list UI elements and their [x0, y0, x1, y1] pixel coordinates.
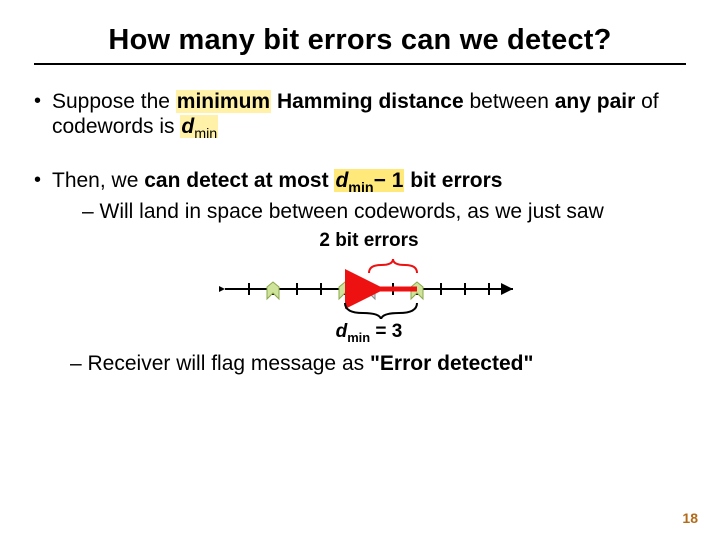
- slide-title: How many bit errors can we detect?: [34, 24, 686, 57]
- text: = 3: [370, 321, 402, 342]
- bullet-1: • Suppose the minimum Hamming distance b…: [34, 89, 686, 144]
- sub-min: min: [348, 180, 373, 196]
- bullet-dot: •: [34, 89, 52, 144]
- page-number: 18: [682, 510, 698, 526]
- diagram-top-label: 2 bit errors: [52, 230, 686, 253]
- bullet-2-sub2: – Receiver will flag message as "Error d…: [70, 351, 686, 376]
- text: Suppose the: [52, 90, 176, 113]
- text: any pair: [555, 90, 636, 113]
- slide-body: • Suppose the minimum Hamming distance b…: [34, 89, 686, 376]
- text: bit errors: [404, 169, 502, 192]
- bullet-1-text: Suppose the minimum Hamming distance bet…: [52, 89, 686, 144]
- var-d: d: [336, 321, 348, 342]
- sub-min: min: [347, 330, 370, 345]
- text: Will land in space between codewords, as…: [100, 200, 604, 223]
- diagram-bottom-label: dmin = 3: [52, 321, 686, 345]
- highlight-minimum: minimum: [176, 90, 271, 113]
- slide: How many bit errors can we detect? • Sup…: [0, 0, 720, 540]
- highlight-dmin2: dmin− 1: [334, 169, 404, 192]
- error-detected-quote: "Error detected": [370, 352, 533, 375]
- text: can detect at most: [144, 169, 328, 192]
- var-d: d: [181, 115, 194, 138]
- number-line-svg: [219, 255, 519, 319]
- bullet-2: • Then, we can detect at most dmin− 1 bi…: [34, 168, 686, 377]
- bullet-dot: •: [34, 168, 52, 377]
- text: Hamming distance: [271, 90, 464, 113]
- var-d: d: [335, 169, 348, 192]
- title-underline: [34, 63, 686, 65]
- highlight-dmin: dmin: [180, 115, 218, 138]
- text: Receiver will flag message as: [88, 352, 370, 375]
- text: Then, we: [52, 169, 144, 192]
- minus-one: − 1: [374, 169, 404, 192]
- bullet-2-sub1: – Will land in space between codewords, …: [82, 199, 686, 224]
- bullet-2-text: Then, we can detect at most dmin− 1 bit …: [52, 168, 686, 377]
- text: between: [464, 90, 555, 113]
- diagram: 2 bit errors: [52, 230, 686, 345]
- sub-min: min: [194, 126, 217, 142]
